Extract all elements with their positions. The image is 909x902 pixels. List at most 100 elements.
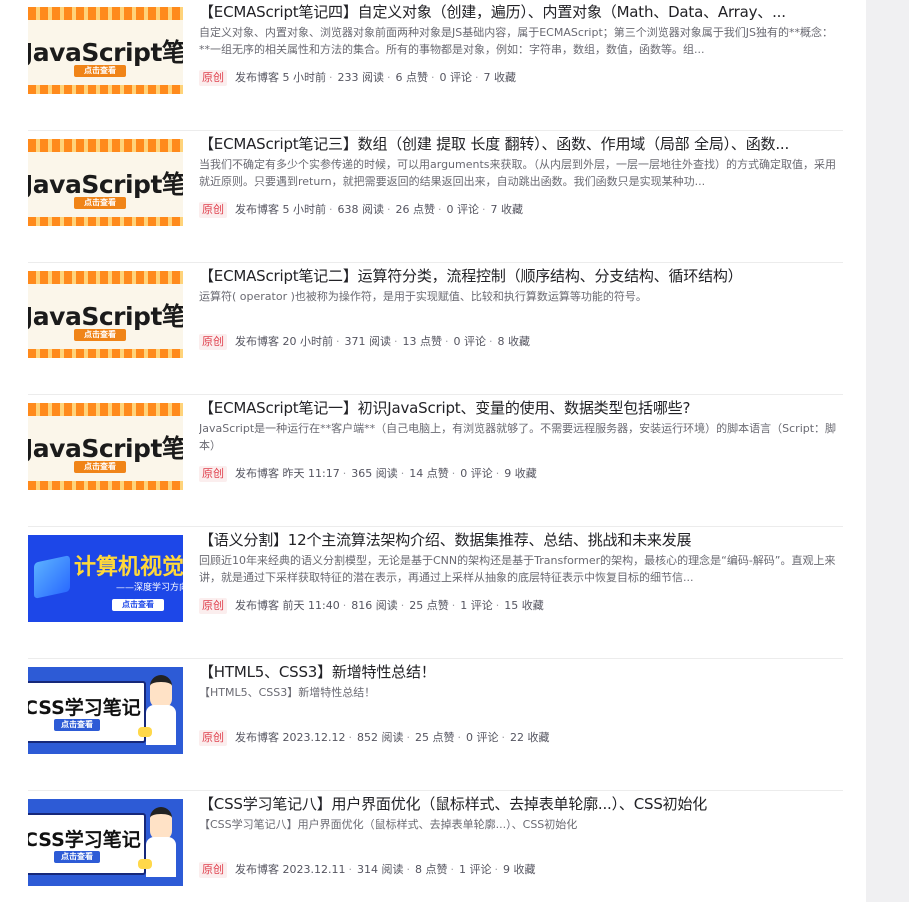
thumbnail-cta: 点击查看 xyxy=(74,461,126,473)
article-title[interactable]: 【ECMAScript笔记一】初识JavaScript、变量的使用、数据类型包括… xyxy=(199,398,843,418)
comment-count: 0 评论 xyxy=(439,71,473,84)
separator-dot: · xyxy=(457,731,461,744)
read-count: 816 阅读 xyxy=(351,599,398,612)
article-thumbnail[interactable]: JavaScript笔记 点击查看 xyxy=(28,271,183,358)
separator-dot: · xyxy=(329,71,333,84)
article-thumbnail[interactable]: JavaScript笔记 点击查看 xyxy=(28,403,183,490)
like-count: 14 点赞 xyxy=(409,467,449,480)
publish-time: 昨天 11:17 xyxy=(282,467,340,480)
article-title[interactable]: 【ECMAScript笔记二】运算符分类，流程控制（顺序结构、分支结构、循环结构… xyxy=(199,266,843,286)
thumbnail-cta: 点击查看 xyxy=(74,65,126,77)
thumbnail-subtitle: ——深度学习方向 xyxy=(116,583,183,593)
thumbnail-text: CSS学习笔记 xyxy=(28,829,141,851)
separator-dot: · xyxy=(431,71,435,84)
read-count: 371 阅读 xyxy=(344,335,392,348)
publish-source: 发布博客 xyxy=(235,203,279,216)
thumbnail-cta: 点击查看 xyxy=(74,197,126,209)
separator-dot: · xyxy=(342,467,347,480)
person-body xyxy=(146,705,176,745)
like-count: 25 点赞 xyxy=(414,731,455,744)
cube-icon xyxy=(34,555,70,599)
article-item[interactable]: CSS学习笔记 点击查看 【CSS学习笔记八】用户界面优化（鼠标样式、去掉表单轮… xyxy=(28,792,843,902)
article-item[interactable]: JavaScript笔记 点击查看 【ECMAScript笔记一】初识JavaS… xyxy=(28,396,843,527)
thumbnail-text: JavaScript笔记 xyxy=(28,302,183,331)
article-title[interactable]: 【ECMAScript笔记四】自定义对象（创建，遍历）、内置对象（Math、Da… xyxy=(199,2,843,22)
separator-dot: · xyxy=(438,203,442,216)
thumbnail-cta: 点击查看 xyxy=(112,599,164,611)
article-thumbnail[interactable]: CSS学习笔记 点击查看 xyxy=(28,667,183,754)
article-item[interactable]: JavaScript笔记 点击查看 【ECMAScript笔记三】数组（创建 提… xyxy=(28,132,843,263)
article-meta: 原创 发布博客 20 小时前 · 371 阅读 · 13 点赞 · 0 评论 · 8 收藏 xyxy=(199,334,843,350)
separator-dot: · xyxy=(348,731,352,744)
separator-dot: · xyxy=(494,863,498,876)
thumbnail-stripe-top xyxy=(28,403,183,416)
article-item[interactable]: CSS学习笔记 点击查看 【HTML5、CSS3】新增特性总结！ 【HTML5、… xyxy=(28,660,843,791)
favorite-count: 22 收藏 xyxy=(509,731,550,744)
article-title[interactable]: 【ECMAScript笔记三】数组（创建 提取 长度 翻转）、函数、作用域（局部… xyxy=(199,134,843,154)
separator-dot: · xyxy=(482,203,486,216)
thumbnail-text: JavaScript笔记 xyxy=(28,434,183,463)
thumbnail-cta: 点击查看 xyxy=(74,329,126,341)
comment-count: 1 评论 xyxy=(460,599,493,612)
publish-source: 发布博客 xyxy=(235,467,279,480)
article-thumbnail[interactable]: JavaScript笔记 点击查看 xyxy=(28,139,183,226)
comment-count: 0 评论 xyxy=(453,335,487,348)
publish-time: 前天 11:40 xyxy=(282,599,340,612)
thumbnail-text: JavaScript笔记 xyxy=(28,38,183,67)
article-title[interactable]: 【语义分割】12个主流算法架构介绍、数据集推荐、总结、挑战和未来发展 xyxy=(199,530,843,550)
original-badge: 原创 xyxy=(199,862,227,878)
article-list-panel: JavaScript笔记 点击查看 【ECMAScript笔记四】自定义对象（创… xyxy=(0,0,866,902)
article-title[interactable]: 【HTML5、CSS3】新增特性总结！ xyxy=(199,662,843,682)
original-badge: 原创 xyxy=(199,466,227,482)
separator-dot: · xyxy=(387,203,391,216)
publish-source: 发布博客 xyxy=(235,335,279,348)
comment-count: 0 评论 xyxy=(465,731,499,744)
thumbnail-text: JavaScript笔记 xyxy=(28,170,183,199)
publish-time: 5 小时前 xyxy=(282,71,327,84)
cat-paw-icon xyxy=(138,859,152,869)
separator-dot: · xyxy=(451,599,456,612)
article-description: 自定义对象、内置对象、浏览器对象前面两种对象是JS基础内容，属于ECMAScri… xyxy=(199,26,834,56)
favorite-count: 8 收藏 xyxy=(497,335,531,348)
favorite-count: 7 收藏 xyxy=(490,203,524,216)
like-count: 26 点赞 xyxy=(395,203,436,216)
separator-dot: · xyxy=(406,863,410,876)
favorite-count: 9 收藏 xyxy=(502,863,536,876)
thumbnail-stripe-top xyxy=(28,139,183,152)
separator-dot: · xyxy=(451,467,456,480)
article-meta: 原创 发布博客 昨天 11:17 · 365 阅读 · 14 点赞 · 0 评论 · 9 收藏 xyxy=(199,466,843,482)
separator-dot: · xyxy=(336,335,340,348)
read-count: 233 阅读 xyxy=(337,71,385,84)
read-count: 365 阅读 xyxy=(351,467,398,480)
article-thumbnail[interactable]: CSS学习笔记 点击查看 xyxy=(28,799,183,886)
separator-dot: · xyxy=(445,335,449,348)
cat-paw-icon xyxy=(138,727,152,737)
article-thumbnail[interactable]: JavaScript笔记 点击查看 xyxy=(28,7,183,94)
read-count: 852 阅读 xyxy=(356,731,404,744)
thumbnail-stripe-bottom xyxy=(28,85,183,94)
article-item[interactable]: JavaScript笔记 点击查看 【ECMAScript笔记四】自定义对象（创… xyxy=(28,0,843,131)
original-badge: 原创 xyxy=(199,70,227,86)
separator-dot: · xyxy=(406,731,410,744)
separator-dot: · xyxy=(501,731,505,744)
article-title[interactable]: 【CSS学习笔记八】用户界面优化（鼠标样式、去掉表单轮廓...）、CSS初始化 xyxy=(199,794,843,814)
separator-dot: · xyxy=(450,863,454,876)
article-item[interactable]: 计算机视觉 ——深度学习方向 点击查看 【语义分割】12个主流算法架构介绍、数据… xyxy=(28,528,843,659)
original-badge: 原创 xyxy=(199,202,227,218)
article-description: 回顾近10年来经典的语义分割模型，无论是基于CNN的架构还是基于Transfor… xyxy=(199,554,836,584)
separator-dot: · xyxy=(387,71,391,84)
article-description: JavaScript是一种运行在**客户端**（自己电脑上，有浏览器就够了。不需… xyxy=(199,422,837,452)
thumbnail-stripe-top xyxy=(28,7,183,20)
read-count: 638 阅读 xyxy=(337,203,385,216)
article-thumbnail[interactable]: 计算机视觉 ——深度学习方向 点击查看 xyxy=(28,535,183,622)
comment-count: 0 评论 xyxy=(446,203,480,216)
read-count: 314 阅读 xyxy=(356,863,404,876)
article-description: 【CSS学习笔记八】用户界面优化（鼠标样式、去掉表单轮廓...）、CSS初始化 xyxy=(199,818,578,831)
article-meta: 原创 发布博客 5 小时前 · 638 阅读 · 26 点赞 · 0 评论 · 7 收藏 xyxy=(199,202,843,218)
person-head xyxy=(150,675,172,708)
article-meta: 原创 发布博客 5 小时前 · 233 阅读 · 6 点赞 · 0 评论 · 7 收藏 xyxy=(199,70,843,86)
article-item[interactable]: JavaScript笔记 点击查看 【ECMAScript笔记二】运算符分类，流… xyxy=(28,264,843,395)
separator-dot: · xyxy=(495,599,500,612)
thumbnail-stripe-bottom xyxy=(28,481,183,490)
publish-source: 发布博客 xyxy=(235,731,279,744)
